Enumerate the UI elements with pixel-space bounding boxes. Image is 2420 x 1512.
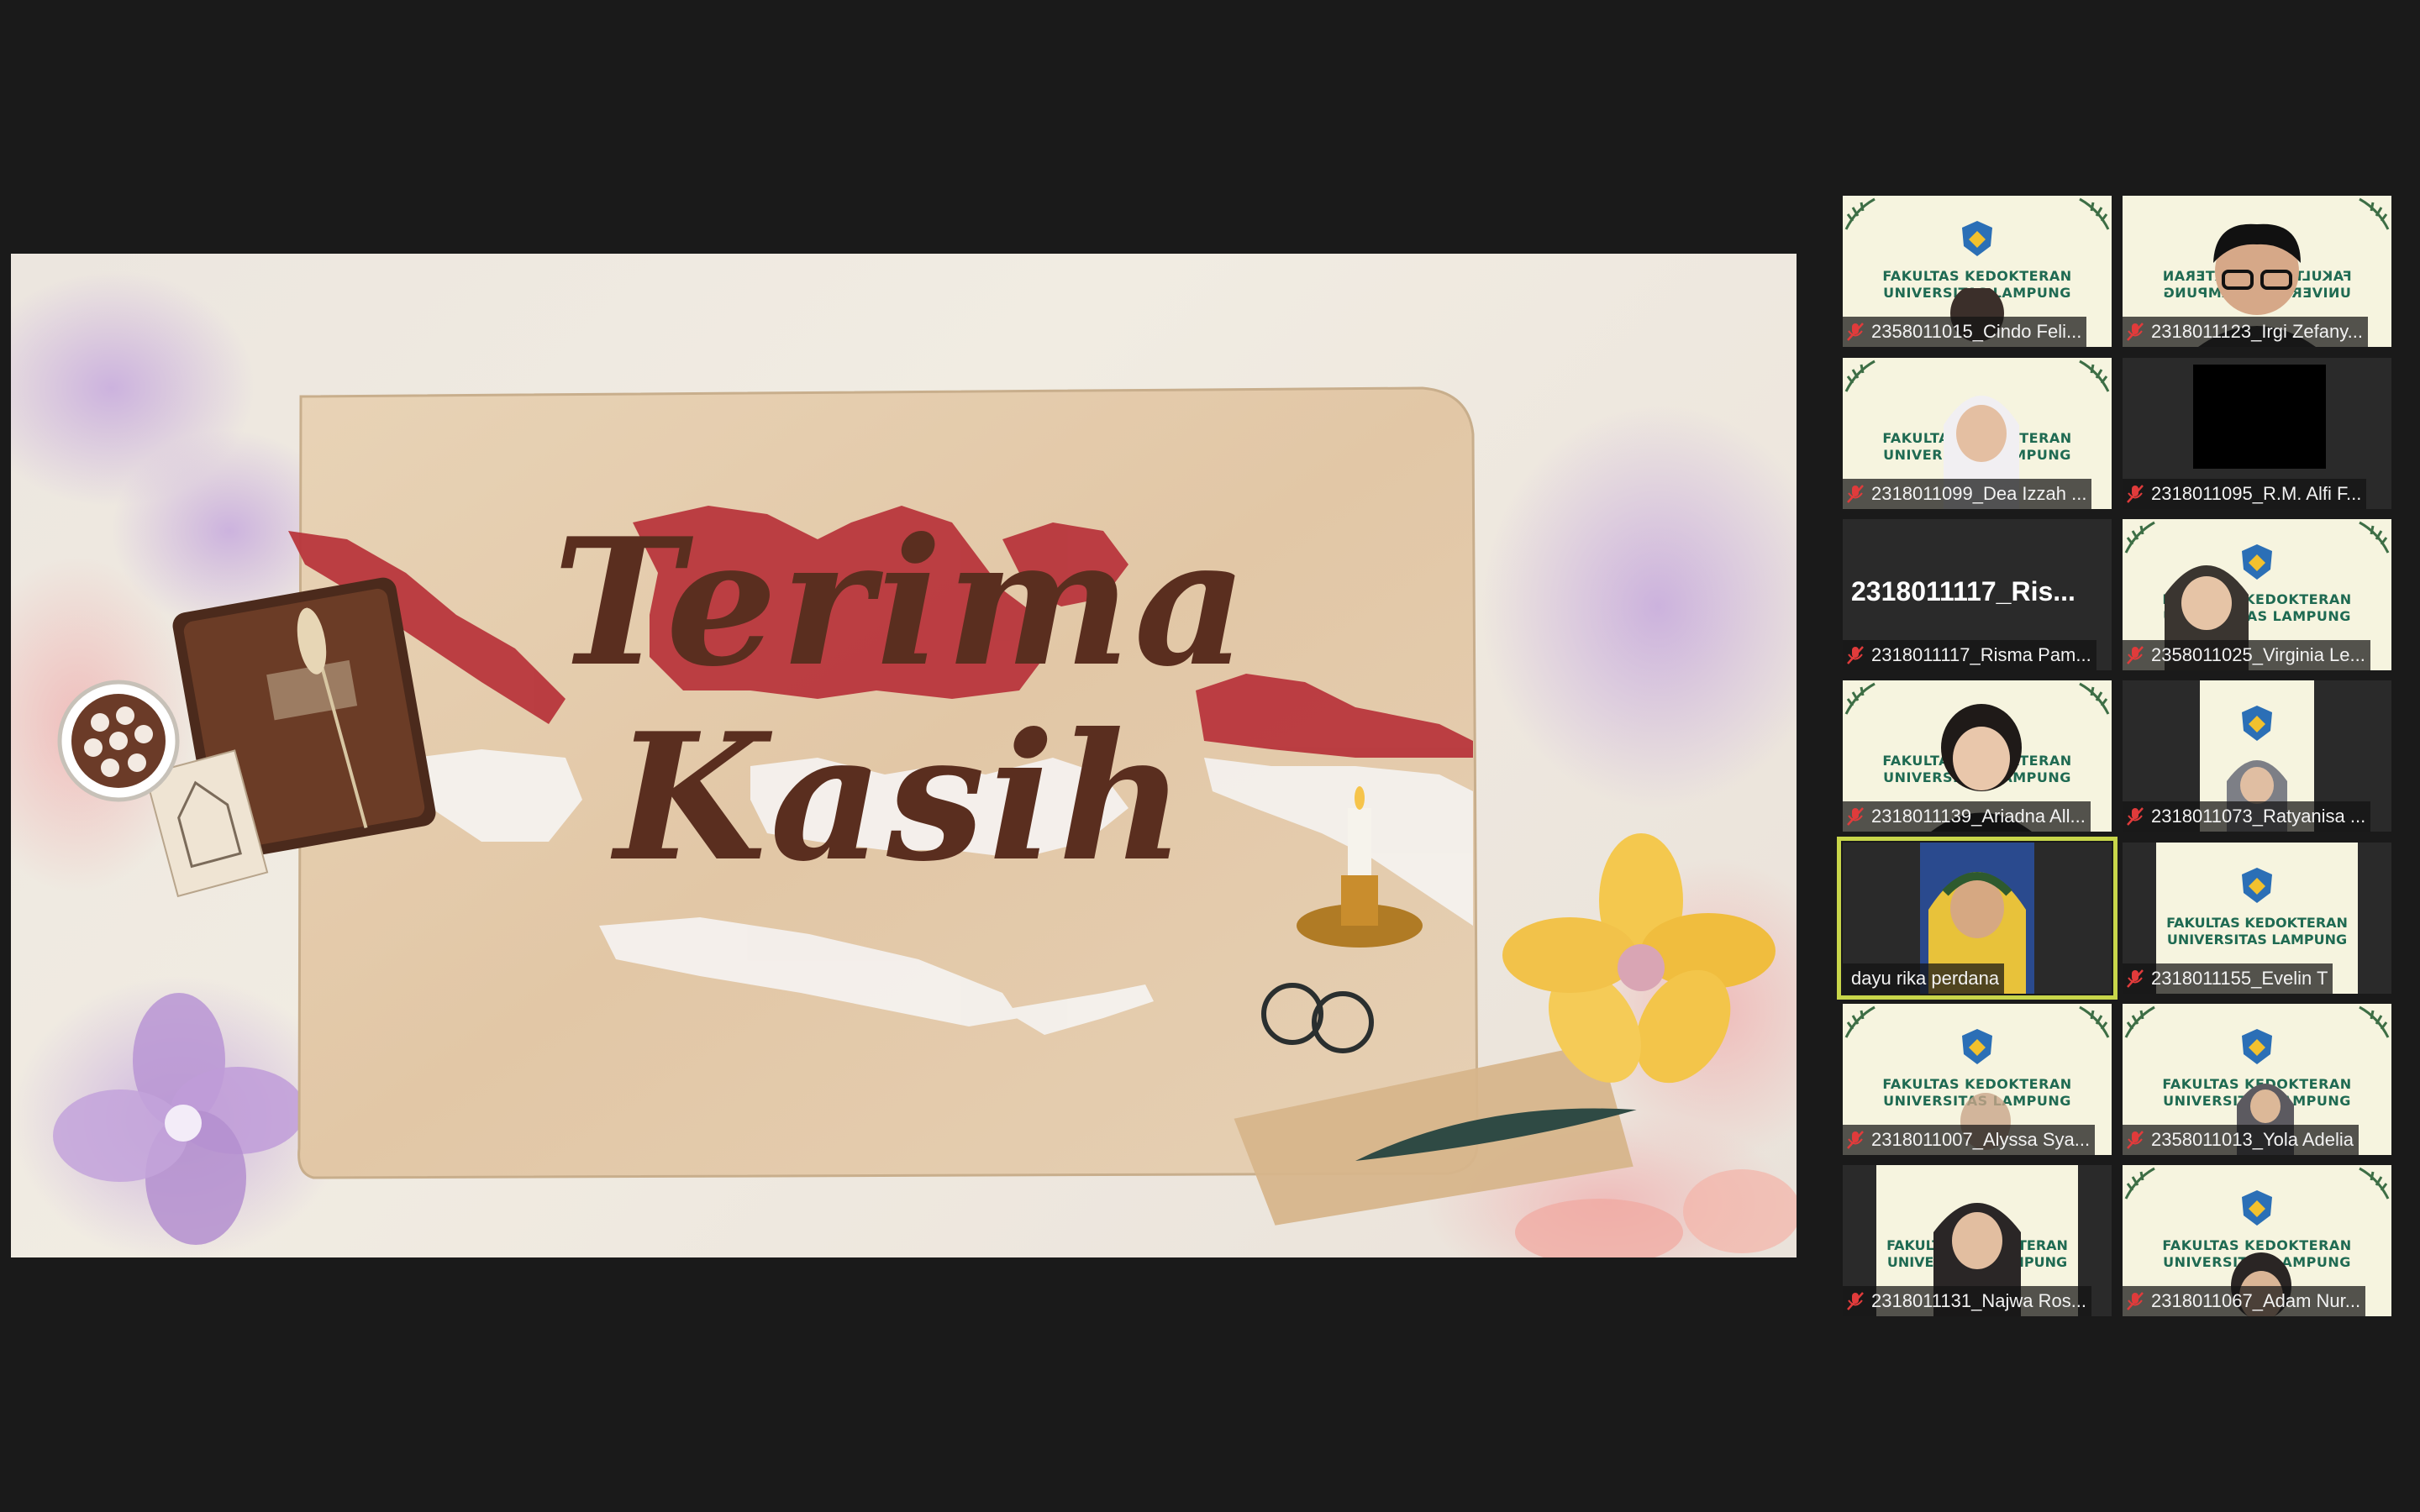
- name-label: 2318011123_Irgi Zefany...: [2123, 317, 2368, 347]
- leaf-decoration-icon: [1844, 197, 1876, 230]
- participant-tile[interactable]: FAKULTAS KEDOKTERANUNIVERSITAS LAMPUNG 2…: [1843, 358, 2112, 509]
- name-label: 2358011015_Cindo Feli...: [1843, 317, 2087, 347]
- leaf-decoration-icon: [2124, 1167, 2155, 1200]
- university-crest-icon: [2242, 1029, 2272, 1064]
- participant-tile[interactable]: FAKULTAS KEDOKTERANUNIVERSITAS LAMPUNG 2…: [2123, 196, 2391, 347]
- participant-tile[interactable]: FAKULTAS KEDOKTERANUNIVERSITAS LAMPUNG 2…: [2123, 519, 2391, 670]
- leaf-decoration-icon: [2124, 1005, 2155, 1038]
- name-label: 2318011139_Ariadna All...: [1843, 801, 2091, 832]
- name-label: 2318011095_R.M. Alfi F...: [2123, 479, 2367, 509]
- name-label: dayu rika perdana: [1843, 963, 2005, 994]
- participant-tile[interactable]: FAKULTAS KEDOKTERANUNIVERSITAS LAMPUNG 2…: [1843, 1165, 2112, 1316]
- leaf-decoration-icon: [1844, 360, 1876, 392]
- participant-tile[interactable]: 2318011117_Ris... 2318011117_Risma Pam..…: [1843, 519, 2112, 670]
- mic-muted-icon: [1847, 1131, 1864, 1149]
- leaf-decoration-icon: [2359, 521, 2390, 554]
- participant-tile[interactable]: FAKULTAS KEDOKTERANUNIVERSITAS LAMPUNG 2…: [2123, 843, 2391, 994]
- participant-video-off: [2193, 365, 2326, 469]
- name-label: 2318011099_Dea Izzah ...: [1843, 479, 2092, 509]
- participant-tile-active-speaker[interactable]: dayu rika perdana: [1837, 837, 2118, 1000]
- participant-display-name: 2318011117_Ris...: [1851, 576, 2075, 606]
- participant-tile[interactable]: FAKULTAS KEDOKTERANUNIVERSITAS LAMPUNG 2…: [1843, 680, 2112, 832]
- name-label: 2318011067_Adam Nur...: [2123, 1286, 2366, 1316]
- leaf-decoration-icon: [2079, 682, 2110, 715]
- name-label: 2318011131_Najwa Ros...: [1843, 1286, 2092, 1316]
- faculty-text: FAKULTAS KEDOKTERANUNIVERSITAS LAMPUNG: [2166, 915, 2348, 948]
- name-label: 2318011073_Ratyanisa ...: [2123, 801, 2371, 832]
- leaf-decoration-icon: [2359, 1167, 2390, 1200]
- mic-muted-icon: [1847, 485, 1864, 503]
- mic-muted-icon: [2127, 807, 2144, 826]
- mic-muted-icon: [2127, 646, 2144, 664]
- slide-title: Terima Kasih: [481, 506, 1322, 895]
- name-label: 2358011013_Yola Adelia: [2123, 1125, 2360, 1155]
- mic-muted-icon: [1847, 323, 1864, 341]
- mic-muted-icon: [2127, 323, 2144, 341]
- participant-tile[interactable]: FAKULTAS KEDOKTERANUNIVERSITAS LAMPUNG 2…: [2123, 1004, 2391, 1155]
- university-crest-icon: [2242, 1190, 2272, 1226]
- mic-muted-icon: [1847, 646, 1864, 664]
- meeting-window: Terima Kasih FAKULTAS KEDOKTERAN UNIVERSI…: [0, 0, 2420, 1512]
- university-crest-icon: [2242, 706, 2272, 741]
- slide-title-line1: Terima: [552, 501, 1251, 706]
- university-crest-icon: [2242, 868, 2272, 903]
- participant-tile[interactable]: FAKULTAS KEDOKTERANUNIVERSITAS LAMPUNG 2…: [2123, 1165, 2391, 1316]
- mic-muted-icon: [2127, 969, 2144, 988]
- participant-tile[interactable]: FAKULTAS KEDOKTERANUNIVERSITAS LAMPUNG 2…: [1843, 1004, 2112, 1155]
- mic-muted-icon: [1847, 1292, 1864, 1310]
- slide-title-line2: Kasih: [614, 696, 1189, 900]
- leaf-decoration-icon: [2359, 1005, 2390, 1038]
- leaf-decoration-icon: [1844, 682, 1876, 715]
- name-label: 2318011007_Alyssa Sya...: [1843, 1125, 2096, 1155]
- participant-tile[interactable]: FAKULTAS KEDOKTERANUNIVERSITAS LAMPUNG 2…: [1843, 196, 2112, 347]
- shared-screen-slide: Terima Kasih: [11, 254, 1797, 1257]
- leaf-decoration-icon: [2079, 197, 2110, 230]
- name-label: 2358011025_Virginia Le...: [2123, 640, 2370, 670]
- university-crest-icon: [1962, 1029, 1992, 1064]
- mic-muted-icon: [1847, 807, 1864, 826]
- university-crest-icon: [1962, 221, 1992, 256]
- leaf-decoration-icon: [2359, 197, 2390, 230]
- mic-muted-icon: [2127, 1292, 2144, 1310]
- leaf-decoration-icon: [2079, 360, 2110, 392]
- participant-tile[interactable]: 2318011095_R.M. Alfi F...: [2123, 358, 2391, 509]
- leaf-decoration-icon: [1844, 1005, 1876, 1038]
- participant-tile[interactable]: 2318011073_Ratyanisa ...: [2123, 680, 2391, 832]
- name-label: 2318011155_Evelin T: [2123, 963, 2333, 994]
- mic-muted-icon: [2127, 1131, 2144, 1149]
- leaf-decoration-icon: [2124, 521, 2155, 554]
- leaf-decoration-icon: [2079, 1005, 2110, 1038]
- name-label: 2318011117_Risma Pam...: [1843, 640, 2096, 670]
- mic-muted-icon: [2127, 485, 2144, 503]
